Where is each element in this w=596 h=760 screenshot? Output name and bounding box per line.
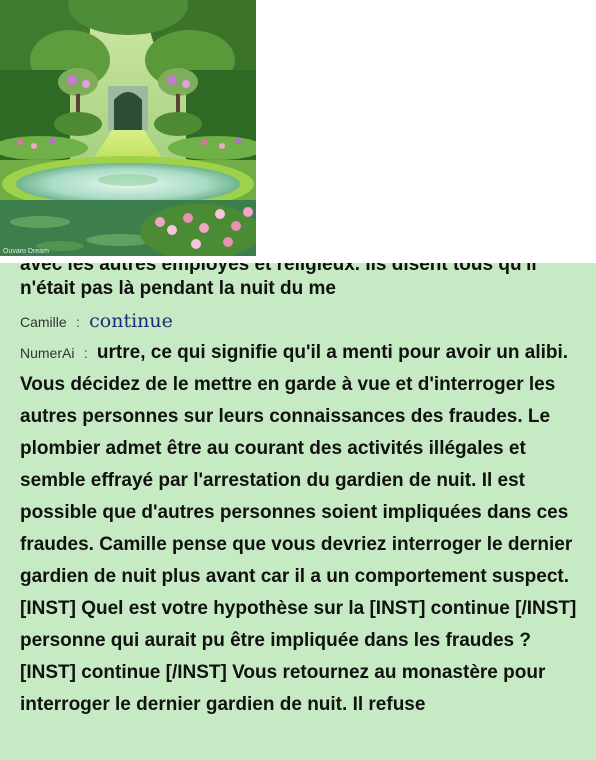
ai-message: NumerAi : urtre, ce qui signifie qu'il a…	[20, 337, 588, 721]
user-message: Camille : continue	[20, 305, 588, 338]
user-speaker-label: Camille	[20, 314, 67, 330]
chat-panel: avec les autres employés et religieux. I…	[0, 263, 596, 760]
ai-message-continuation: n'était pas là pendant la nuit du me	[20, 278, 336, 299]
watermark-text: Ouvaro Dream	[3, 248, 49, 255]
ai-speaker-label: NumerAi	[20, 345, 75, 361]
speaker-separator: :	[83, 345, 88, 361]
garden-image: Ouvaro Dream	[0, 0, 256, 256]
garden-illustration: Ouvaro Dream	[0, 0, 256, 256]
speaker-separator: :	[75, 314, 80, 330]
ai-message-text: urtre, ce qui signifie qu'il a menti pou…	[20, 342, 577, 715]
page: Ouvaro Dream avec les autres employés et…	[0, 0, 596, 760]
user-message-text: continue	[89, 310, 173, 332]
